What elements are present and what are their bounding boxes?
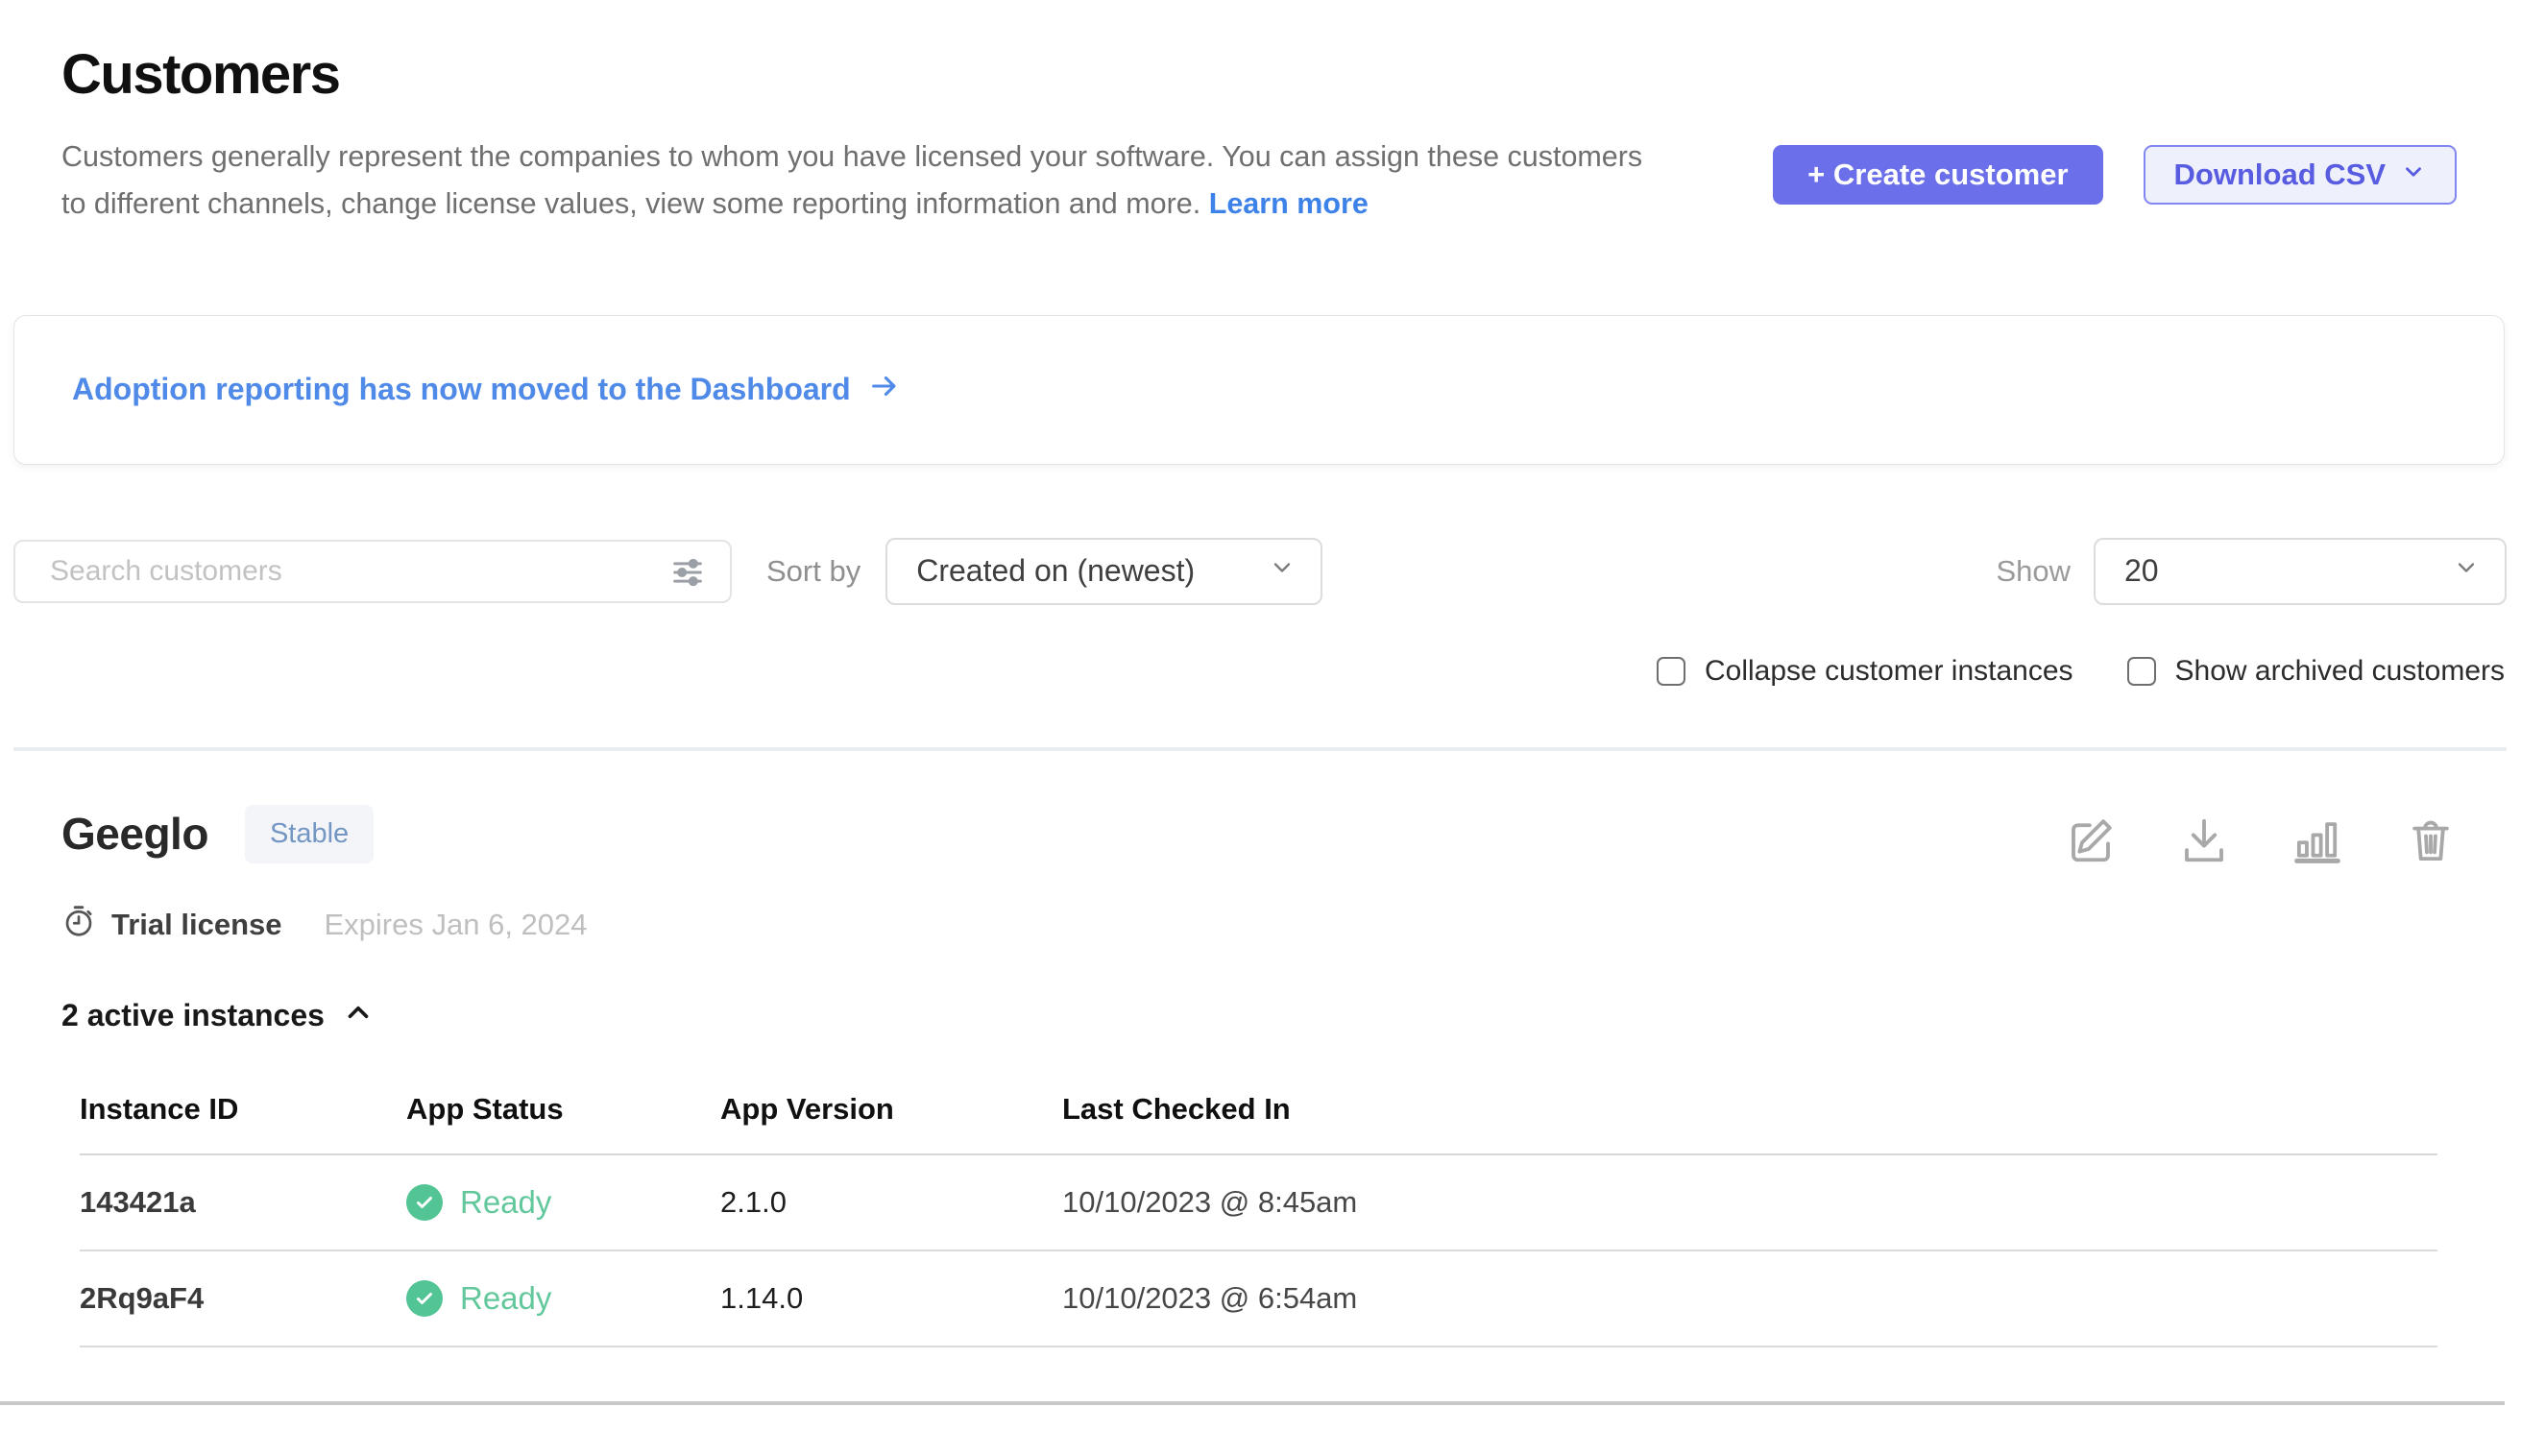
sort-select-value: Created on (newest) bbox=[916, 553, 1195, 589]
instance-id: 2Rq9aF4 bbox=[80, 1250, 406, 1347]
trash-icon[interactable] bbox=[2405, 814, 2457, 871]
customer-name: Geeglo bbox=[61, 808, 208, 860]
sort-select[interactable]: Created on (newest) bbox=[885, 538, 1322, 605]
show-archived-option: Show archived customers bbox=[2127, 655, 2505, 688]
header-buttons: + Create customer Download CSV bbox=[1773, 145, 2457, 205]
collapse-instances-label: Collapse customer instances bbox=[1705, 655, 2073, 688]
arrow-right-icon bbox=[868, 370, 901, 410]
instance-id: 143421a bbox=[80, 1154, 406, 1250]
page-description: Customers generally represent the compan… bbox=[61, 133, 1675, 229]
show-archived-checkbox[interactable] bbox=[2127, 657, 2156, 686]
filter-sliders-icon[interactable] bbox=[668, 553, 707, 596]
show-select-value: 20 bbox=[2124, 553, 2159, 589]
license-type-label: Trial license bbox=[111, 908, 282, 942]
customers-page: Customers Customers generally represent … bbox=[0, 0, 2545, 1456]
filter-bar: Sort by Created on (newest) Show 20 bbox=[13, 538, 2507, 605]
search-wrapper bbox=[13, 540, 732, 603]
check-circle-icon bbox=[406, 1184, 443, 1221]
check-circle-icon bbox=[406, 1280, 443, 1317]
license-type: Trial license bbox=[61, 904, 282, 946]
last-checked-in: 10/10/2023 @ 8:45am bbox=[1062, 1154, 2437, 1250]
col-header-app-version: App Version bbox=[720, 1071, 1062, 1154]
app-status: Ready bbox=[406, 1280, 720, 1317]
app-status: Ready bbox=[406, 1184, 720, 1221]
chevron-down-icon bbox=[2401, 158, 2426, 192]
table-row: 2Rq9aF4 Ready 1.14.0 10/10/2023 @ 6:54am bbox=[80, 1250, 2437, 1347]
show-label: Show bbox=[1996, 554, 2071, 589]
download-csv-button[interactable]: Download CSV bbox=[2144, 145, 2457, 205]
search-input[interactable] bbox=[13, 540, 732, 603]
analytics-icon[interactable] bbox=[2291, 814, 2343, 871]
adoption-banner-text: Adoption reporting has now moved to the … bbox=[72, 372, 851, 407]
chevron-down-icon bbox=[2453, 553, 2480, 589]
last-checked-in: 10/10/2023 @ 6:54am bbox=[1062, 1250, 2437, 1347]
channel-badge: Stable bbox=[245, 805, 374, 863]
edit-icon[interactable] bbox=[2065, 814, 2117, 871]
col-header-instance-id: Instance ID bbox=[80, 1071, 406, 1154]
timer-icon bbox=[61, 904, 96, 946]
view-options: Collapse customer instances Show archive… bbox=[0, 655, 2505, 688]
instances-toggle-label: 2 active instances bbox=[61, 998, 325, 1033]
description-text: Customers generally represent the compan… bbox=[61, 140, 1642, 220]
col-header-app-status: App Status bbox=[406, 1071, 720, 1154]
sort-by-label: Sort by bbox=[766, 554, 860, 589]
table-header-row: Instance ID App Status App Version Last … bbox=[80, 1071, 2437, 1154]
collapse-instances-checkbox[interactable] bbox=[1657, 657, 1685, 686]
app-status-label: Ready bbox=[460, 1280, 551, 1317]
chevron-up-icon bbox=[342, 996, 375, 1036]
customer-separator bbox=[0, 1401, 2505, 1405]
collapse-instances-option: Collapse customer instances bbox=[1657, 655, 2073, 688]
customer-actions bbox=[2065, 814, 2457, 871]
create-customer-button[interactable]: + Create customer bbox=[1773, 145, 2102, 205]
show-select[interactable]: 20 bbox=[2094, 538, 2507, 605]
download-csv-label: Download CSV bbox=[2174, 158, 2386, 192]
license-row: Trial license Expires Jan 6, 2024 bbox=[61, 904, 2457, 946]
instance-table: Instance ID App Status App Version Last … bbox=[80, 1071, 2437, 1347]
page-header: Customers Customers generally represent … bbox=[0, 0, 2545, 229]
table-row: 143421a Ready 2.1.0 10/10/2023 @ 8:45am bbox=[80, 1154, 2437, 1250]
show-archived-label: Show archived customers bbox=[2175, 655, 2505, 688]
download-icon[interactable] bbox=[2178, 814, 2230, 871]
instances-toggle[interactable]: 2 active instances bbox=[61, 996, 375, 1036]
learn-more-link[interactable]: Learn more bbox=[1209, 187, 1369, 220]
adoption-banner: Adoption reporting has now moved to the … bbox=[13, 315, 2505, 465]
app-version: 1.14.0 bbox=[720, 1250, 1062, 1347]
adoption-banner-link[interactable]: Adoption reporting has now moved to the … bbox=[72, 370, 901, 410]
col-header-last-checked-in: Last Checked In bbox=[1062, 1071, 2437, 1154]
customer-card: Geeglo Stable bbox=[0, 751, 2545, 1347]
chevron-down-icon bbox=[1269, 553, 1296, 589]
app-status-label: Ready bbox=[460, 1184, 551, 1221]
page-title: Customers bbox=[61, 42, 2457, 107]
app-version: 2.1.0 bbox=[720, 1154, 1062, 1250]
license-expires: Expires Jan 6, 2024 bbox=[325, 908, 588, 942]
